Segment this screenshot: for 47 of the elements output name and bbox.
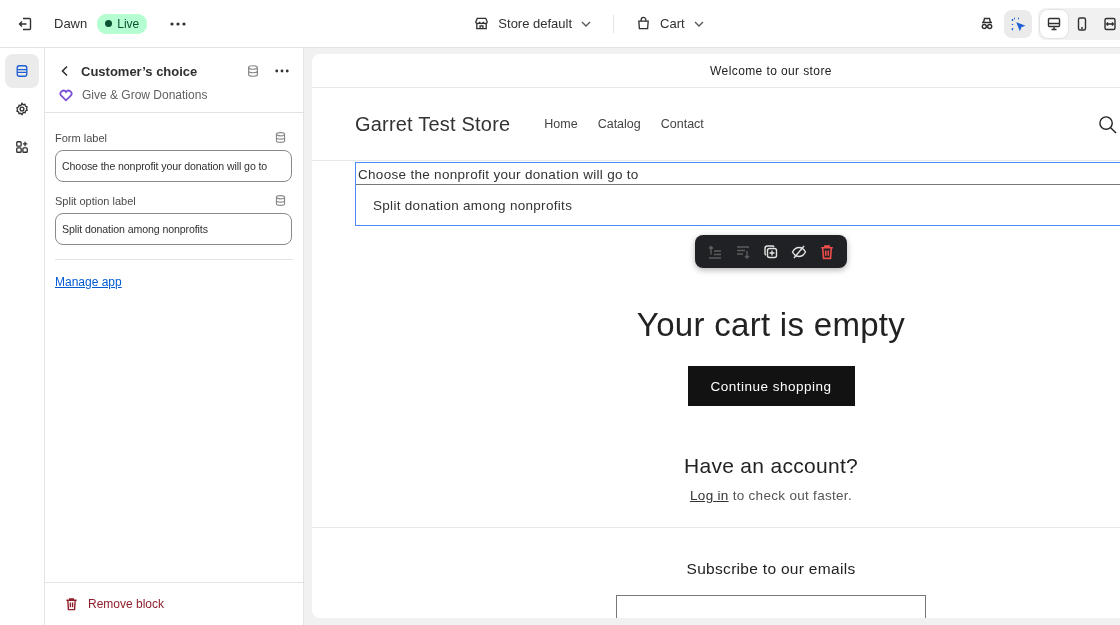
inspector-button[interactable] <box>1004 9 1032 38</box>
field-label: Split option label <box>55 194 136 207</box>
sections-icon <box>15 64 29 78</box>
newsletter-heading: Subscribe to our emails <box>686 560 856 578</box>
account-heading: Have an account? <box>683 454 859 478</box>
database-icon[interactable] <box>274 194 287 207</box>
text-field[interactable]: Choose the nonprofit your donation will go to <box>55 150 292 182</box>
donation-block[interactable]: Choose the nonprofit your donation will go to Split donation among nonprofits <box>355 162 1120 226</box>
chevron-down-icon <box>693 20 704 27</box>
announcement-bar: Welcome to our store <box>312 54 1120 88</box>
chevron-down-icon <box>581 20 592 27</box>
login-text: Log in to check out faster. <box>690 488 852 503</box>
trash-icon <box>65 597 78 611</box>
nav-link[interactable]: Home <box>544 117 578 131</box>
heart-icon <box>59 88 73 102</box>
store-selector[interactable]: Store default <box>474 16 592 31</box>
manage-app-link[interactable]: Manage app <box>55 275 122 289</box>
template-selector[interactable]: Cart <box>636 16 704 31</box>
field-label: Form label <box>55 131 107 144</box>
back-icon <box>60 65 70 77</box>
search-icon[interactable] <box>1098 114 1117 134</box>
apps-icon <box>15 140 29 154</box>
desktop-icon <box>1046 15 1062 32</box>
login-link[interactable]: Log in <box>690 488 729 503</box>
text-field[interactable]: Split donation among nonprofits <box>55 213 292 245</box>
store-icon <box>474 16 490 31</box>
database-icon[interactable] <box>274 131 287 144</box>
email-field[interactable] <box>616 595 926 618</box>
nav-link[interactable]: Catalog <box>597 117 641 131</box>
cursor-select-icon <box>1010 15 1026 32</box>
settings-icon <box>15 102 29 116</box>
desktop-view-button[interactable] <box>1040 9 1068 38</box>
remove-block-button[interactable]: Remove block <box>65 597 165 611</box>
nav-link[interactable]: Contact <box>660 117 704 131</box>
nonprofit-select[interactable]: Split donation among nonprofits <box>356 184 1120 225</box>
database-icon[interactable] <box>246 64 260 78</box>
continue-shopping-button[interactable]: Continue shopping <box>687 366 855 406</box>
block-title: Customer’s choice <box>81 63 199 79</box>
donation-label: Choose the nonprofit your donation will go to <box>358 167 640 182</box>
store-name[interactable]: Garret Test Store <box>355 112 511 136</box>
sections-rail-button[interactable] <box>5 54 39 88</box>
bag-icon <box>636 16 652 31</box>
full-width-icon <box>1102 15 1118 32</box>
theme-name: Dawn <box>54 16 88 31</box>
status-badge: Live <box>97 13 148 34</box>
cart-empty-heading: Your cart is empty <box>636 306 906 344</box>
app-name: Give & Grow Donations <box>82 88 208 102</box>
